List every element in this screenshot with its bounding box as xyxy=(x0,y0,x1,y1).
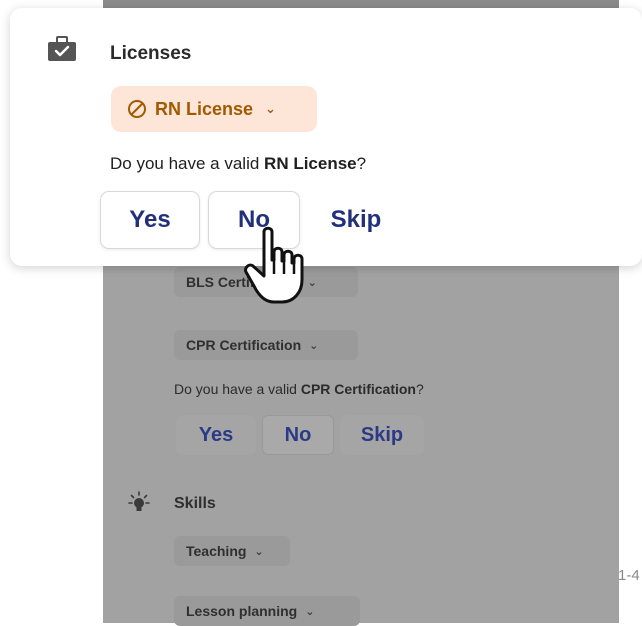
chevron-down-icon: ⌄ xyxy=(254,545,264,558)
skill-pill-lesson-planning[interactable]: Lesson planning ⌄ xyxy=(174,596,360,626)
page-marker: 1-4 xyxy=(618,567,640,584)
rn-license-pill[interactable]: RN License ⌄ xyxy=(111,86,317,132)
cpr-yes-button[interactable]: Yes xyxy=(176,415,256,455)
cpr-no-button[interactable]: No xyxy=(262,415,334,455)
skills-title: Skills xyxy=(174,495,216,512)
chevron-down-icon: ⌄ xyxy=(305,605,315,618)
license-question: Do you have a valid RN License? xyxy=(110,154,367,173)
cpr-certification-label: CPR Certification xyxy=(186,337,302,353)
licenses-title: Licenses xyxy=(110,43,192,64)
ban-icon xyxy=(128,100,146,118)
licenses-card: Licenses RN License ⌄ Do you have a vali… xyxy=(10,8,642,266)
skip-button[interactable]: Skip xyxy=(310,191,402,249)
yes-button[interactable]: Yes xyxy=(100,191,200,249)
chevron-down-icon: ⌄ xyxy=(265,101,276,116)
skill-label: Lesson planning xyxy=(186,603,298,619)
hand-pointer-icon xyxy=(244,226,304,304)
skill-pill-teaching[interactable]: Teaching ⌄ xyxy=(174,536,290,566)
rn-license-label: RN License xyxy=(155,98,254,119)
lightbulb-icon xyxy=(128,491,150,511)
briefcase-check-icon xyxy=(48,36,76,61)
cpr-certification-pill[interactable]: CPR Certification ⌄ xyxy=(174,330,358,360)
chevron-down-icon: ⌄ xyxy=(309,339,319,352)
skill-label: Teaching xyxy=(186,543,247,559)
cpr-skip-button[interactable]: Skip xyxy=(340,415,424,455)
cpr-question: Do you have a valid CPR Certification? xyxy=(174,381,424,397)
